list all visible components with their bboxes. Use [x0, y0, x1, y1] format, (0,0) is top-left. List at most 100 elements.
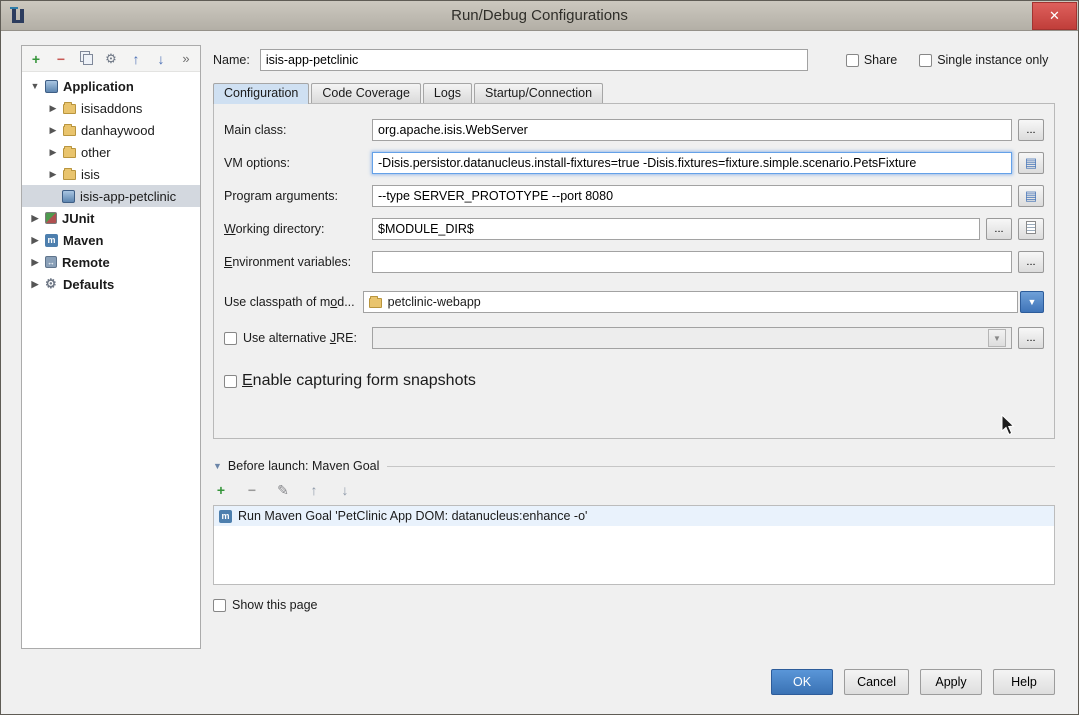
vm-options-expand-button[interactable]: ▤ [1018, 152, 1044, 174]
add-task-button[interactable]: + [213, 482, 229, 498]
tree-item-isisaddons[interactable]: ▶ isisaddons [22, 97, 200, 119]
name-row: Name: Share Single instance only [213, 48, 1055, 72]
vm-options-row: VM options: ▤ [224, 151, 1044, 175]
classpath-dropdown-button[interactable]: ▼ [1020, 291, 1044, 313]
move-down-button[interactable]: ↓ [154, 51, 168, 67]
before-launch-task-list[interactable]: m Run Maven Goal 'PetClinic App DOM: dat… [213, 505, 1055, 585]
alternative-jre-browse-button[interactable]: ... [1018, 327, 1044, 349]
junit-icon [45, 212, 57, 224]
working-directory-input[interactable] [372, 218, 980, 240]
environment-variables-label: Environment variables: [224, 255, 372, 269]
configuration-tab-panel: Main class: ... VM options: ▤ Program ar… [213, 103, 1055, 439]
collapse-arrow-icon[interactable]: ▶ [30, 279, 40, 290]
copy-configuration-button[interactable] [79, 51, 93, 67]
toolbar-overflow-button[interactable]: » [179, 51, 193, 67]
tree-item-label: danhaywood [81, 123, 155, 138]
maven-icon: m [45, 234, 58, 247]
vm-options-input[interactable] [372, 152, 1012, 174]
collapse-arrow-icon[interactable]: ▶ [30, 213, 40, 224]
show-this-page-checkbox[interactable] [213, 599, 226, 612]
remove-task-button[interactable]: − [244, 482, 260, 498]
tree-item-application[interactable]: ▼ Application [22, 75, 200, 97]
collapse-arrow-icon[interactable]: ▶ [30, 257, 40, 268]
before-launch-header[interactable]: ▼ Before launch: Maven Goal [213, 459, 1055, 473]
collapse-triangle-icon[interactable]: ▼ [213, 461, 222, 471]
form-snapshots-checkbox[interactable]: Enable capturing form snapshots [224, 372, 476, 390]
edit-defaults-button[interactable]: ⚙ [104, 51, 118, 67]
close-button[interactable]: ✕ [1032, 2, 1077, 30]
tab-code-coverage[interactable]: Code Coverage [311, 83, 421, 103]
classpath-combobox[interactable]: petclinic-webapp [363, 291, 1018, 313]
name-input[interactable] [260, 49, 808, 71]
titlebar[interactable]: Run/Debug Configurations ✕ [1, 1, 1078, 31]
program-arguments-expand-button[interactable]: ▤ [1018, 185, 1044, 207]
tree-item-junit[interactable]: ▶ JUnit [22, 207, 200, 229]
collapse-arrow-icon[interactable]: ▶ [30, 235, 40, 246]
collapse-arrow-icon[interactable]: ▶ [48, 103, 58, 114]
alternative-jre-label: Use alternative JRE: [243, 331, 357, 345]
add-configuration-button[interactable]: + [29, 51, 43, 67]
move-up-button[interactable]: ↑ [129, 51, 143, 67]
copy-icon [80, 51, 92, 64]
folder-icon [63, 170, 76, 180]
tab-startup-connection[interactable]: Startup/Connection [474, 83, 603, 103]
alternative-jre-combobox[interactable]: ▼ [372, 327, 1012, 349]
document-icon [1026, 221, 1036, 234]
environment-variables-input[interactable] [372, 251, 1012, 273]
working-directory-label: Working directory: [224, 222, 372, 236]
tree-item-other[interactable]: ▶ other [22, 141, 200, 163]
tree-item-label: isis [81, 167, 100, 182]
ok-button[interactable]: OK [771, 669, 833, 695]
tree-item-isis-app-petclinic[interactable]: isis-app-petclinic [22, 185, 200, 207]
jre-dropdown-arrow-icon[interactable]: ▼ [988, 329, 1006, 347]
classpath-row: Use classpath of mod... petclinic-webapp… [224, 290, 1044, 314]
folder-icon [63, 148, 76, 158]
remote-icon: ↔ [45, 256, 57, 268]
run-debug-configurations-dialog: Run/Debug Configurations ✕ + − ⚙ ↑ ↓ » ▼… [0, 0, 1079, 715]
defaults-wrench-icon: ⚙ [45, 276, 58, 292]
configurations-tree: ▼ Application ▶ isisaddons ▶ danhaywood … [22, 72, 200, 295]
maven-goal-task-row[interactable]: m Run Maven Goal 'PetClinic App DOM: dat… [214, 506, 1054, 526]
collapse-arrow-icon[interactable]: ▶ [48, 125, 58, 136]
tree-item-label: Maven [63, 233, 103, 248]
tree-item-maven[interactable]: ▶ m Maven [22, 229, 200, 251]
move-task-up-button[interactable]: ↑ [306, 482, 322, 498]
application-icon [62, 190, 75, 203]
expand-editor-icon: ▤ [1025, 188, 1037, 203]
tab-configuration[interactable]: Configuration [213, 83, 309, 104]
alternative-jre-checkbox[interactable] [224, 332, 237, 345]
expand-editor-icon: ▤ [1025, 155, 1037, 170]
main-class-row: Main class: ... [224, 118, 1044, 142]
single-instance-checkbox[interactable]: Single instance only [919, 53, 1048, 67]
environment-variables-row: Environment variables: ... [224, 250, 1044, 274]
configurations-tree-panel: + − ⚙ ↑ ↓ » ▼ Application ▶ isisaddons ▶… [21, 45, 201, 649]
apply-button[interactable]: Apply [920, 669, 982, 695]
collapse-arrow-icon[interactable]: ▶ [48, 169, 58, 180]
working-directory-browse-button[interactable]: ... [986, 218, 1012, 240]
collapse-arrow-icon[interactable]: ▶ [48, 147, 58, 158]
insert-macro-button[interactable] [1018, 218, 1044, 240]
tree-item-label: other [81, 145, 111, 160]
maven-goal-task-label: Run Maven Goal 'PetClinic App DOM: datan… [238, 509, 587, 523]
form-snapshots-checkbox-box [224, 375, 237, 388]
tree-item-remote[interactable]: ▶ ↔ Remote [22, 251, 200, 273]
expand-arrow-icon[interactable]: ▼ [30, 81, 40, 91]
share-checkbox[interactable]: Share [846, 53, 897, 67]
tree-toolbar: + − ⚙ ↑ ↓ » [22, 46, 200, 72]
tree-item-label: isisaddons [81, 101, 142, 116]
move-task-down-button[interactable]: ↓ [337, 482, 353, 498]
help-button[interactable]: Help [993, 669, 1055, 695]
environment-variables-browse-button[interactable]: ... [1018, 251, 1044, 273]
program-arguments-input[interactable] [372, 185, 1012, 207]
main-class-input[interactable] [372, 119, 1012, 141]
tree-item-isis[interactable]: ▶ isis [22, 163, 200, 185]
cancel-button[interactable]: Cancel [844, 669, 909, 695]
tree-item-danhaywood[interactable]: ▶ danhaywood [22, 119, 200, 141]
main-class-browse-button[interactable]: ... [1018, 119, 1044, 141]
share-checkbox-box [846, 54, 859, 67]
edit-task-button[interactable]: ✎ [275, 482, 291, 498]
tree-item-defaults[interactable]: ▶ ⚙ Defaults [22, 273, 200, 295]
form-snapshots-label: Enable capturing form snapshots [242, 372, 476, 390]
tab-logs[interactable]: Logs [423, 83, 472, 103]
remove-configuration-button[interactable]: − [54, 51, 68, 67]
